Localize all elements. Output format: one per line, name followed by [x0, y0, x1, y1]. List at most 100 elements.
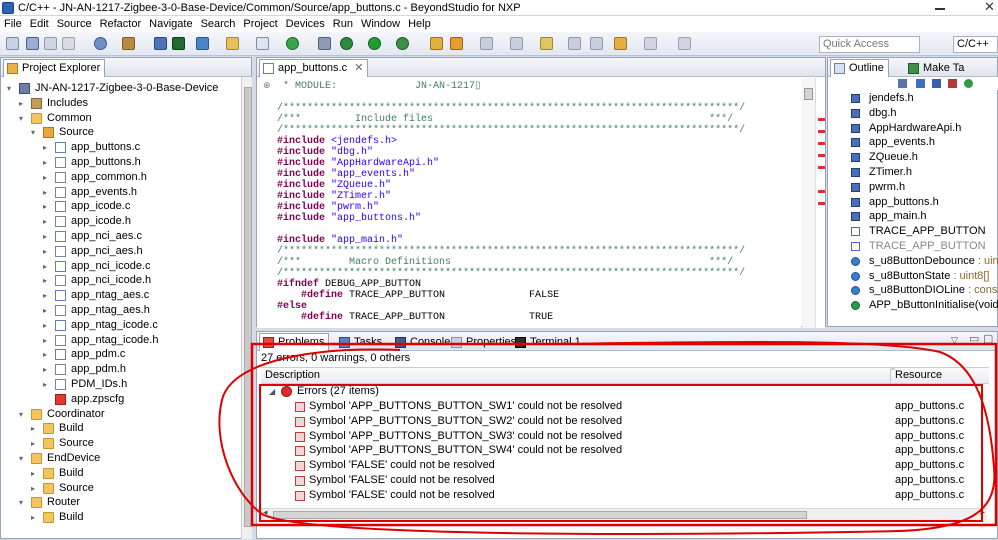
toggle-mark-icon[interactable] — [510, 37, 523, 50]
menu-devices[interactable]: Devices — [282, 16, 329, 32]
code-area[interactable]: * MODULE: JN-AN-1217▯ /******************… — [257, 78, 801, 328]
pin-icon[interactable] — [678, 37, 691, 50]
code-line[interactable]: /***************************************… — [277, 268, 745, 279]
expand-arrow-icon[interactable]: ◢ — [269, 384, 275, 399]
scrollbar-thumb[interactable] — [244, 87, 252, 527]
run-icon[interactable] — [368, 37, 381, 50]
column-description[interactable]: Description — [265, 369, 320, 381]
code-line[interactable]: #ifndef DEBUG_APP_BUTTON — [277, 279, 421, 290]
open-type-icon[interactable] — [430, 37, 443, 50]
expand-arrow-icon[interactable]: ▸ — [43, 377, 51, 392]
code-line[interactable]: #include "app_buttons.h" — [277, 213, 421, 224]
tab-problems[interactable]: Problems — [259, 333, 330, 351]
expand-arrow-icon[interactable]: ▸ — [31, 481, 39, 496]
menu-navigate[interactable]: Navigate — [145, 16, 196, 32]
problem-row[interactable]: Symbol 'APP_BUTTONS_BUTTON_SW2' could no… — [261, 414, 989, 429]
expand-arrow-icon[interactable]: ▸ — [43, 229, 51, 244]
refresh-icon[interactable] — [286, 37, 299, 50]
code-line[interactable]: /***************************************… — [277, 246, 745, 257]
expand-arrow-icon[interactable]: ▸ — [43, 170, 51, 185]
new-folder-icon[interactable] — [226, 37, 239, 50]
tab-console[interactable]: Console — [391, 333, 455, 351]
hide-nonpublic-icon[interactable] — [964, 79, 973, 88]
explorer-scrollbar[interactable] — [241, 77, 252, 539]
problem-row[interactable]: Symbol 'APP_BUTTONS_BUTTON_SW3' could no… — [261, 429, 989, 444]
code-line[interactable]: #include "ZTimer.h" — [277, 191, 391, 202]
column-resource[interactable]: Resource — [895, 369, 942, 381]
tab-terminal[interactable]: Terminal 1 — [511, 333, 586, 351]
prev-annotation-icon[interactable] — [590, 37, 603, 50]
error-marker[interactable] — [818, 166, 825, 169]
collapse-arrow-icon[interactable]: ▾ — [19, 407, 27, 422]
new-project-icon[interactable] — [196, 37, 209, 50]
download-icon[interactable] — [154, 37, 167, 50]
collapse-arrow-icon[interactable]: ▾ — [19, 111, 27, 126]
scrollbar-thumb[interactable] — [273, 511, 807, 519]
expand-arrow-icon[interactable]: ▸ — [31, 421, 39, 436]
minimize-view-icon[interactable]: ▭ — [969, 332, 979, 345]
code-line[interactable]: #include "pwrm.h" — [277, 202, 379, 213]
search-icon[interactable] — [450, 37, 463, 50]
minimize-icon[interactable] — [935, 8, 945, 10]
fold-toggle-icon[interactable]: ⊕ — [263, 81, 271, 91]
expand-arrow-icon[interactable]: ▸ — [43, 244, 51, 259]
collapse-arrow-icon[interactable]: ▾ — [31, 125, 39, 140]
menu-file[interactable]: File — [0, 16, 26, 32]
expand-arrow-icon[interactable]: ▸ — [43, 273, 51, 288]
quick-access-input[interactable]: Quick Access — [819, 36, 920, 53]
code-line[interactable]: #include "app_main.h" — [277, 235, 403, 246]
code-line[interactable]: /***************************************… — [277, 103, 745, 114]
problem-row[interactable]: Symbol 'FALSE' could not be resolved app_… — [261, 458, 989, 473]
expand-arrow-icon[interactable]: ▸ — [43, 362, 51, 377]
code-line[interactable]: #include "ZQueue.h" — [277, 180, 391, 191]
forward-icon[interactable] — [644, 37, 657, 50]
print-icon[interactable] — [62, 37, 75, 50]
expand-arrow-icon[interactable]: ▸ — [19, 96, 27, 111]
debug-icon[interactable] — [340, 37, 353, 50]
menu-help[interactable]: Help — [404, 16, 435, 32]
code-line[interactable]: #include "AppHardwareApi.h" — [277, 158, 439, 169]
close-tab-icon[interactable]: ✕ — [354, 62, 363, 74]
save-all-icon[interactable] — [44, 37, 57, 50]
collapse-all-icon[interactable] — [898, 79, 907, 88]
code-line[interactable]: /*** Macro Definitions ***/ — [277, 257, 733, 268]
code-line[interactable]: * MODULE: JN-AN-1217▯ — [277, 81, 481, 92]
tab-project-explorer[interactable]: Project Explorer — [3, 59, 106, 77]
expand-arrow-icon[interactable]: ▸ — [31, 510, 39, 525]
back-icon[interactable] — [614, 37, 627, 50]
editor-scrollbar[interactable] — [802, 78, 815, 328]
expand-arrow-icon[interactable]: ▸ — [43, 185, 51, 200]
sort-icon[interactable] — [916, 79, 925, 88]
code-line[interactable]: #define TRACE_APP_BUTTON TRUE — [277, 312, 553, 323]
menu-refactor[interactable]: Refactor — [96, 16, 146, 32]
menu-search[interactable]: Search — [197, 16, 240, 32]
maximize-view-icon[interactable]: ▢ — [983, 332, 993, 345]
code-line[interactable]: /***************************************… — [277, 125, 745, 136]
problem-row[interactable]: Symbol 'APP_BUTTONS_BUTTON_SW1' could no… — [261, 399, 989, 414]
new-source-icon[interactable] — [256, 37, 269, 50]
expand-arrow-icon[interactable]: ▸ — [43, 333, 51, 348]
code-line[interactable]: #include "app_events.h" — [277, 169, 415, 180]
new-icon[interactable] — [6, 37, 19, 50]
collapse-arrow-icon[interactable]: ▾ — [7, 81, 15, 96]
problem-row[interactable]: Symbol 'FALSE' could not be resolved app_… — [261, 473, 989, 488]
code-line[interactable]: #define TRACE_APP_BUTTON FALSE — [277, 290, 559, 301]
error-marker[interactable] — [818, 154, 825, 157]
expand-arrow-icon[interactable]: ▸ — [43, 155, 51, 170]
code-line[interactable]: #include <jendefs.h> — [277, 136, 397, 147]
expand-arrow-icon[interactable]: ▸ — [43, 288, 51, 303]
menu-edit[interactable]: Edit — [26, 16, 53, 32]
error-marker[interactable] — [818, 130, 825, 133]
menu-window[interactable]: Window — [357, 16, 404, 32]
chip-icon[interactable] — [172, 37, 185, 50]
code-line[interactable]: /*** Include files ***/ — [277, 114, 733, 125]
expand-arrow-icon[interactable]: ▸ — [43, 318, 51, 333]
external-tools-icon[interactable] — [396, 37, 409, 50]
error-marker[interactable] — [818, 142, 825, 145]
error-marker[interactable] — [818, 118, 825, 121]
hammer-icon[interactable] — [122, 37, 135, 50]
expand-arrow-icon[interactable]: ▸ — [31, 466, 39, 481]
tab-tasks[interactable]: Tasks — [335, 333, 387, 351]
collapse-arrow-icon[interactable]: ▾ — [19, 495, 27, 510]
menu-project[interactable]: Project — [239, 16, 281, 32]
